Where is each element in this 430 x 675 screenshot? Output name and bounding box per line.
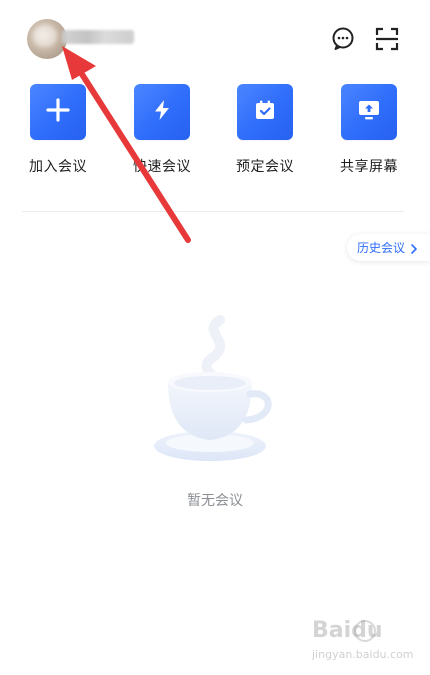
share-screen-label: 共享屏幕 xyxy=(340,159,398,175)
username-blurred xyxy=(62,30,134,44)
empty-state-illustration xyxy=(140,310,290,480)
quick-actions: 加入会议 快速会议 预定会议 共享屏幕 xyxy=(0,84,430,194)
scan-icon[interactable] xyxy=(374,26,400,52)
watermark-sub: jingyan.baidu.com xyxy=(312,648,414,661)
chat-bubble-icon[interactable] xyxy=(330,26,356,52)
empty-state-text: 暂无会议 xyxy=(187,493,243,509)
history-meetings-label: 历史会议 xyxy=(357,241,406,255)
quick-meeting-button[interactable]: 快速会议 xyxy=(112,84,212,176)
schedule-meeting-tile[interactable] xyxy=(237,84,293,140)
calendar-check-icon xyxy=(253,98,277,126)
lightning-icon xyxy=(150,98,174,126)
quick-meeting-label: 快速会议 xyxy=(133,159,191,175)
join-meeting-button[interactable]: 加入会议 xyxy=(8,84,108,176)
paw-icon xyxy=(354,620,376,642)
top-bar xyxy=(0,0,430,80)
plus-icon xyxy=(46,98,70,126)
join-meeting-label: 加入会议 xyxy=(29,159,87,175)
screen-share-icon xyxy=(356,98,382,126)
share-screen-button[interactable]: 共享屏幕 xyxy=(319,84,419,176)
coffee-cup-icon xyxy=(140,315,290,484)
share-screen-tile[interactable] xyxy=(341,84,397,140)
quick-meeting-tile[interactable] xyxy=(134,84,190,140)
history-meetings-button[interactable]: 历史会议 xyxy=(347,234,430,261)
join-meeting-tile[interactable] xyxy=(30,84,86,140)
schedule-meeting-button[interactable]: 预定会议 xyxy=(215,84,315,176)
baidu-watermark: Baidu jingyan.baidu.com xyxy=(312,618,422,668)
divider xyxy=(22,211,404,212)
user-avatar[interactable] xyxy=(27,19,67,59)
schedule-meeting-label: 预定会议 xyxy=(236,159,294,175)
chevron-right-icon xyxy=(409,243,419,254)
